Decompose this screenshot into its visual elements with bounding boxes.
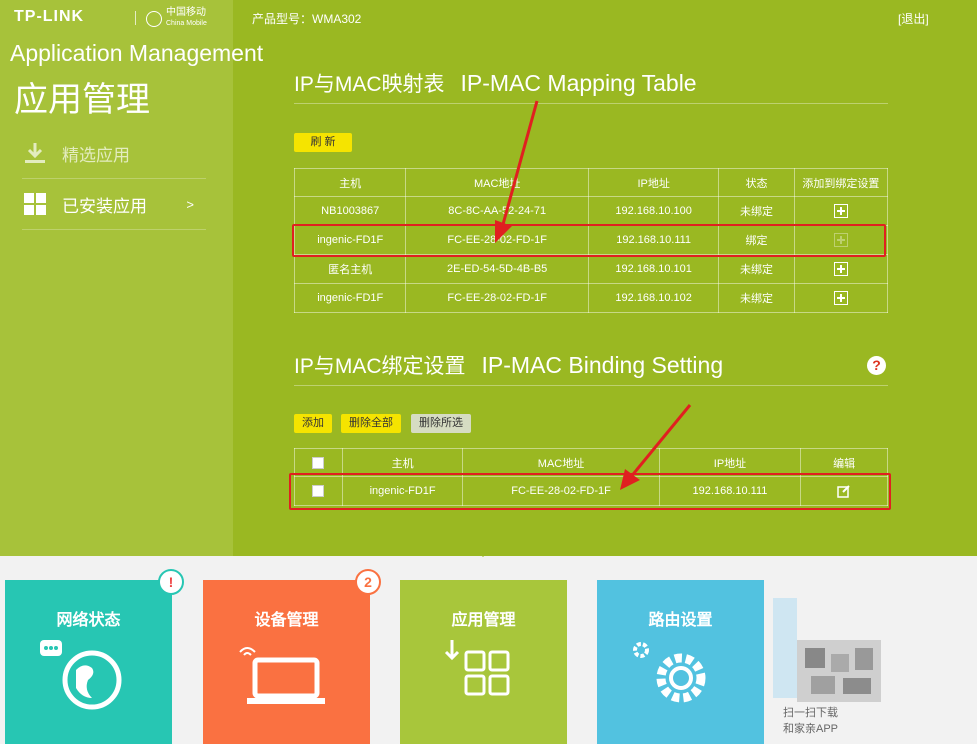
qr-code-image — [797, 640, 881, 702]
laptop-icon — [239, 647, 325, 704]
tile-label: 应用管理 — [451, 612, 516, 629]
globe-icon — [40, 640, 122, 710]
annotation-arrows — [495, 100, 692, 490]
tile-label: 路由设置 — [648, 612, 713, 629]
count-badge: 2 — [355, 569, 381, 595]
tile-network-status[interactable]: 网络状态 ! — [5, 569, 184, 744]
tile-router-settings[interactable]: 路由设置 — [597, 580, 764, 744]
arrow-line — [628, 404, 692, 479]
arrow-head — [495, 220, 512, 243]
qr-caption-1: 扫一扫下载 — [783, 707, 838, 719]
qr-phone-graphic — [773, 598, 797, 698]
app-grid-icon — [444, 640, 510, 696]
pointer-triangle — [474, 548, 492, 557]
tile-label: 设备管理 — [254, 612, 319, 629]
gear-icon — [633, 642, 706, 703]
arrow-line — [500, 100, 539, 229]
qr-caption-2: 和家亲APP — [783, 723, 839, 735]
tile-label: 网络状态 — [56, 612, 121, 629]
arrow-head — [620, 469, 640, 490]
tile-app-management[interactable]: 应用管理 — [400, 580, 567, 744]
alert-badge: ! — [158, 569, 184, 595]
tile-device-management[interactable]: 设备管理 2 — [203, 569, 381, 744]
